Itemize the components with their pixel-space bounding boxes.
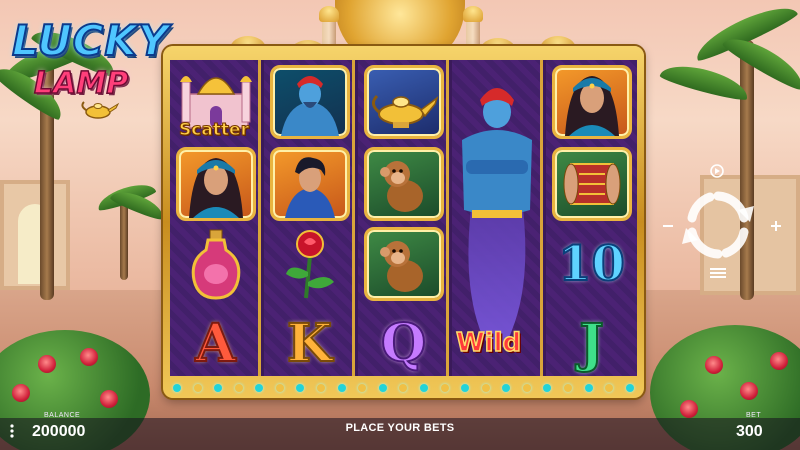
monkey-icon: [379, 241, 423, 292]
rose-flower: [100, 390, 118, 408]
balance-value: 200000: [32, 423, 86, 440]
logo-title-line2: LAMP: [33, 65, 129, 102]
gem-dot: [584, 384, 593, 392]
symbol-letter-q: Q: [361, 304, 446, 384]
ten-symbol: 10: [557, 236, 626, 292]
gem-dot: [296, 384, 305, 392]
prince-icon: [284, 157, 335, 218]
symbol-scroll: [549, 144, 634, 224]
gem-dot: [193, 384, 202, 392]
increase-bet-icon[interactable]: [770, 220, 782, 232]
gem-dot: [255, 384, 264, 392]
monkey-tile: [363, 147, 444, 221]
gem-dot: [461, 384, 470, 392]
game-logo: LUCKY LAMP: [8, 14, 170, 124]
letter-j-symbol: J: [578, 313, 605, 374]
rose-flower: [740, 382, 758, 400]
status-message: PLACE YOUR BETS: [345, 422, 455, 434]
princess-icon: [188, 158, 243, 218]
letter-q-symbol: Q: [380, 313, 427, 374]
letter-k-symbol: K: [286, 313, 333, 374]
symbol-prince: [267, 144, 352, 224]
gem-dot: [317, 384, 326, 392]
autoplay-icon[interactable]: [706, 164, 728, 178]
gem-dot: [605, 384, 614, 392]
gem-dot: [543, 384, 552, 392]
gem-dot: [625, 384, 634, 392]
letter-a-symbol: A: [194, 313, 236, 374]
rose-icon: [285, 230, 334, 299]
rose-flower: [705, 356, 723, 374]
reel-area: Scatter A K Q Wild 10 J: [170, 60, 637, 376]
spin-arrows-icon[interactable]: [668, 170, 768, 280]
gem-dot: [234, 384, 243, 392]
symbol-lamp: [361, 62, 446, 142]
reel-3: Q: [358, 60, 449, 376]
symbol-letter-a: A: [173, 304, 258, 384]
symbol-rose: [267, 224, 352, 304]
symbol-ten: 10: [549, 224, 634, 304]
decrease-bet-icon[interactable]: [662, 220, 674, 232]
scatter-label: Scatter: [179, 120, 250, 141]
gem-dot: [419, 384, 428, 392]
symbol-princess: [173, 144, 258, 224]
reel-4: Wild: [452, 60, 543, 376]
rose-flower: [680, 400, 698, 418]
gem-dot: [522, 384, 531, 392]
princess-icon: [564, 76, 619, 136]
gem-dot: [399, 384, 408, 392]
wild-label: Wild: [455, 327, 522, 359]
symbol-potion: [173, 224, 258, 304]
symbol-princess: [549, 62, 634, 142]
scroll-tile: [551, 147, 632, 221]
magic-lamp-icon: [371, 94, 438, 128]
reel-2: K: [264, 60, 355, 376]
reel-5: 10 J: [546, 60, 637, 376]
gem-dot: [173, 384, 181, 392]
spin-button[interactable]: [668, 170, 768, 280]
potion-bottle-icon: [191, 229, 240, 300]
carpet-scroll-icon: [563, 163, 620, 205]
lamp-tile: [363, 65, 444, 139]
gem-dot: [337, 384, 346, 392]
gem-dot: [214, 384, 223, 392]
symbol-genie: [267, 62, 352, 142]
gem-dot: [378, 384, 387, 392]
balance-label: BALANCE: [44, 412, 81, 419]
symbol-monkey: [361, 224, 446, 304]
arch-left: [0, 180, 70, 290]
magic-lamp-icon: [81, 101, 120, 119]
monkey-icon: [379, 161, 423, 212]
gem-dot: [440, 384, 449, 392]
rose-flower: [770, 352, 788, 370]
genie-tile: [269, 65, 350, 139]
princess-tile: [551, 65, 632, 139]
reel-frame: Scatter A K Q Wild 10 J: [163, 46, 644, 398]
symbol-letter-j: J: [549, 304, 634, 384]
bet-settings-icon[interactable]: [708, 266, 728, 280]
gem-dot: [358, 384, 367, 392]
prince-tile: [269, 147, 350, 221]
symbol-monkey: [361, 144, 446, 224]
rose-flower: [38, 355, 56, 373]
reel-1: Scatter A: [170, 60, 261, 376]
genie-icon: [280, 76, 339, 136]
logo-title-line1: LUCKY: [11, 15, 170, 66]
rose-flower: [80, 348, 98, 366]
hamburger-menu-icon[interactable]: [6, 424, 18, 438]
gem-dot: [563, 384, 572, 392]
gem-dot: [481, 384, 490, 392]
bet-label: BET: [746, 412, 762, 419]
bet-value[interactable]: 300: [736, 423, 763, 441]
princess-tile: [175, 147, 256, 221]
frame-gem-row: [173, 382, 634, 394]
gem-dot: [275, 384, 284, 392]
symbol-letter-k: K: [267, 304, 352, 384]
gem-dot: [502, 384, 511, 392]
rose-flower: [12, 384, 30, 402]
monkey-tile: [363, 227, 444, 301]
symbol-scatter: Scatter: [173, 62, 258, 142]
